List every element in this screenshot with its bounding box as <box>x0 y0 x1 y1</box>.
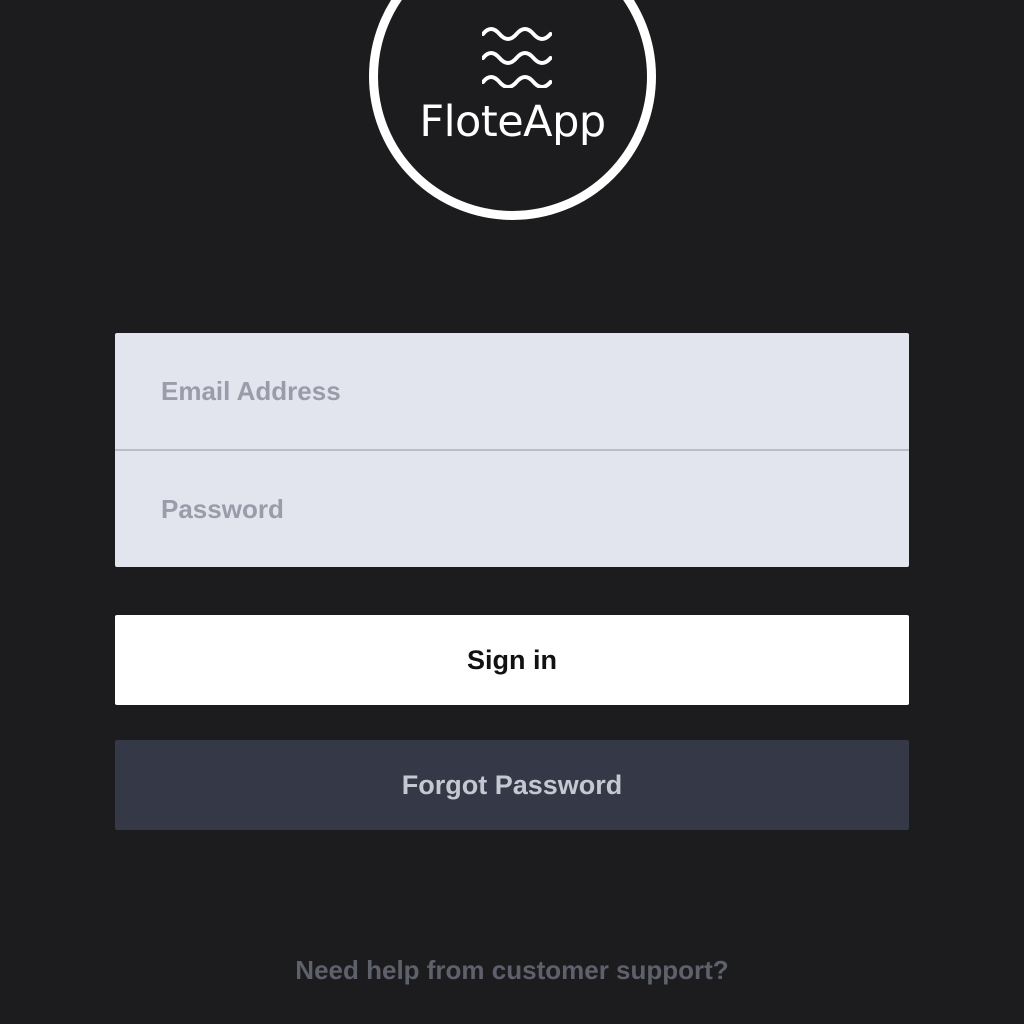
waves-icon <box>482 27 552 88</box>
login-form <box>115 333 909 567</box>
app-logo: FloteApp <box>369 0 656 220</box>
password-field[interactable] <box>115 451 909 567</box>
email-field[interactable] <box>115 333 909 449</box>
logo-text: FloteApp <box>419 97 606 147</box>
customer-support-link[interactable]: Need help from customer support? <box>0 955 1024 986</box>
sign-in-button[interactable]: Sign in <box>115 615 909 705</box>
forgot-password-button[interactable]: Forgot Password <box>115 740 909 830</box>
login-screen: FloteApp Sign in Forgot Password Need he… <box>0 0 1024 1024</box>
